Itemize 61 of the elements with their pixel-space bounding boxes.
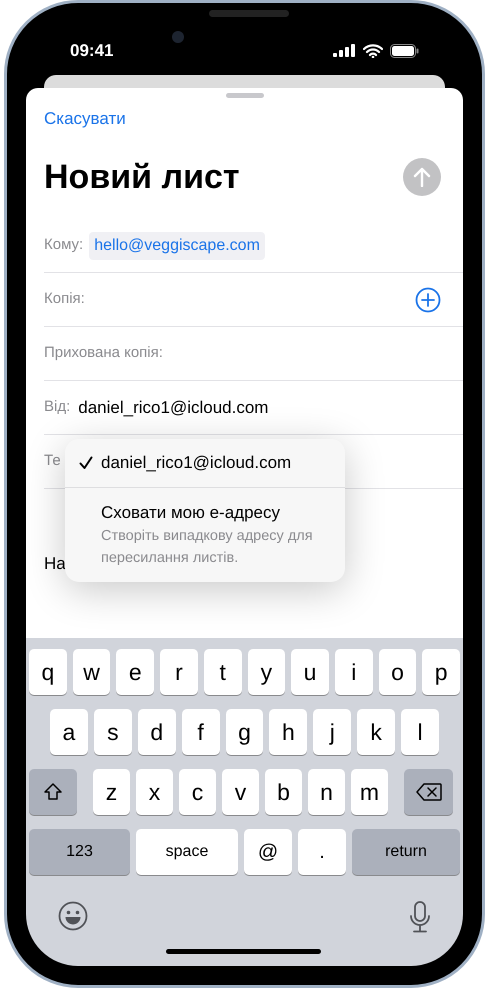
field-label: Те bbox=[44, 451, 61, 472]
key[interactable]: d bbox=[138, 709, 176, 755]
key[interactable]: i bbox=[334, 649, 373, 695]
key[interactable]: w bbox=[72, 649, 110, 695]
key[interactable]: e bbox=[116, 649, 154, 695]
add-icon[interactable] bbox=[415, 286, 441, 312]
camera-lens bbox=[172, 31, 184, 43]
compose-title: Новий лист bbox=[44, 157, 240, 197]
cancel-button[interactable]: Скасувати bbox=[44, 106, 126, 132]
battery-icon bbox=[390, 44, 419, 58]
field-label: Прихована копія: bbox=[44, 343, 163, 364]
menu-item-label: Сховати мою е-адресу bbox=[101, 502, 281, 524]
shift-key[interactable] bbox=[29, 769, 77, 815]
key[interactable]: g bbox=[226, 709, 264, 755]
key[interactable]: m bbox=[351, 769, 388, 815]
key[interactable]: s bbox=[94, 709, 132, 755]
emoji-icon[interactable] bbox=[58, 901, 88, 931]
grabber-handle[interactable] bbox=[226, 93, 264, 98]
field-label: Від: bbox=[44, 397, 70, 418]
key[interactable]: y bbox=[248, 649, 286, 695]
key[interactable]: v bbox=[222, 769, 259, 815]
menu-item-description: Створіть випадкову адресу для пересилання листів. bbox=[101, 527, 313, 568]
shift-arrow-icon bbox=[43, 782, 63, 802]
key[interactable]: o bbox=[378, 649, 416, 695]
menu-item[interactable]: Сховати мою е-адресу Створіть випадкову адресу для пересилання листів. bbox=[65, 487, 345, 582]
wifi-icon bbox=[363, 44, 383, 58]
key[interactable]: t bbox=[204, 649, 242, 695]
key[interactable]: l bbox=[401, 709, 440, 755]
key[interactable]: r bbox=[160, 649, 198, 695]
status-time: 09:41 bbox=[70, 40, 114, 62]
arrow-up-icon bbox=[413, 167, 431, 187]
key[interactable]: . bbox=[298, 829, 346, 875]
return-key[interactable]: return bbox=[352, 829, 460, 875]
numbers-key[interactable]: 123 bbox=[29, 829, 130, 875]
key[interactable]: h bbox=[269, 709, 308, 755]
recipient-chip[interactable]: hello@veggiscape.com bbox=[89, 232, 265, 260]
key[interactable]: j bbox=[313, 709, 352, 755]
message-body-text: На bbox=[44, 553, 66, 575]
sender-address[interactable]: daniel_rico1@icloud.com bbox=[78, 394, 268, 420]
key[interactable]: b bbox=[265, 769, 302, 815]
key[interactable]: z bbox=[93, 769, 130, 815]
key[interactable]: n bbox=[308, 769, 345, 815]
menu-item[interactable]: daniel_rico1@icloud.com bbox=[65, 439, 345, 487]
key[interactable]: p bbox=[422, 649, 460, 695]
key[interactable]: u bbox=[291, 649, 329, 695]
menu-item-label: daniel_rico1@icloud.com bbox=[101, 452, 292, 474]
microphone-icon[interactable] bbox=[409, 901, 431, 933]
key[interactable]: x bbox=[136, 769, 173, 815]
key[interactable]: a bbox=[50, 709, 88, 755]
checkmark-icon bbox=[79, 456, 93, 470]
key[interactable]: f bbox=[182, 709, 220, 755]
signal-icon bbox=[333, 44, 356, 57]
field-label: Кому: bbox=[44, 235, 84, 256]
key[interactable]: k bbox=[357, 709, 396, 755]
field-label: Копія: bbox=[44, 289, 85, 310]
space-key[interactable]: space bbox=[136, 829, 238, 875]
delete-key[interactable] bbox=[404, 769, 453, 815]
key[interactable]: q bbox=[29, 649, 67, 695]
key[interactable]: c bbox=[179, 769, 216, 815]
key[interactable]: @ bbox=[244, 829, 292, 875]
backspace-icon bbox=[416, 783, 442, 801]
